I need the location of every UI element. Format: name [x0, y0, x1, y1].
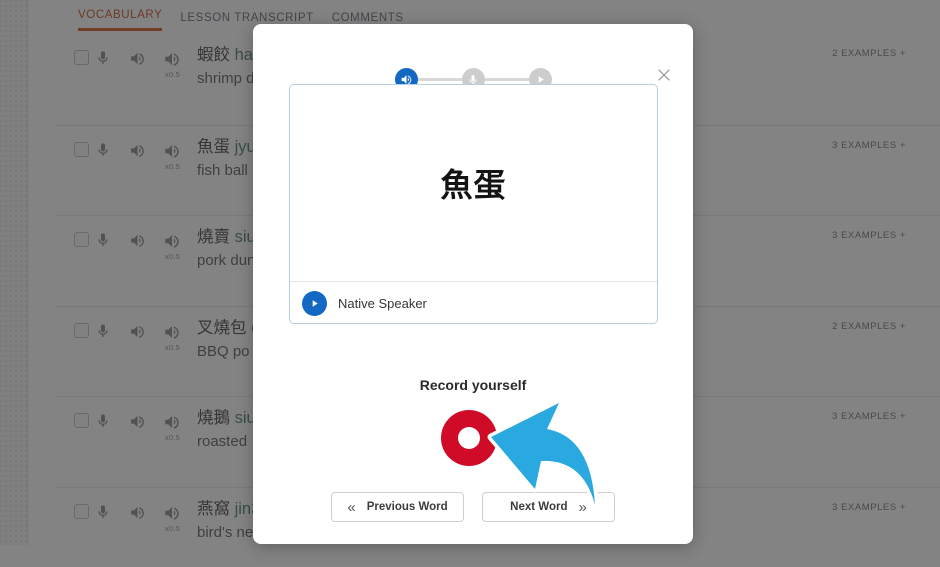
record-button[interactable] — [441, 410, 497, 466]
target-word: 魚蛋 — [440, 167, 507, 203]
app-root: VOCABULARY LESSON TRANSCRIPT COMMENTS x0… — [0, 0, 940, 567]
word-card: 魚蛋 Native Speaker — [289, 84, 658, 324]
chevron-right-icon: » — [578, 498, 587, 516]
word-card-body: 魚蛋 — [290, 85, 657, 281]
previous-word-button[interactable]: « Previous Word — [331, 492, 464, 522]
step-connector-2 — [484, 77, 529, 82]
previous-word-label: Previous Word — [366, 501, 448, 513]
pronunciation-practice-modal: 魚蛋 Native Speaker Record yourself « Prev… — [253, 24, 693, 544]
step-connector-1 — [417, 77, 462, 82]
native-speaker-audio-row[interactable]: Native Speaker — [290, 281, 657, 324]
word-navigation: « Previous Word Next Word » — [253, 492, 693, 522]
next-word-button[interactable]: Next Word » — [482, 492, 615, 522]
play-icon[interactable] — [302, 290, 327, 316]
record-yourself-title: Record yourself — [419, 377, 527, 393]
next-word-label: Next Word — [510, 501, 568, 513]
native-speaker-label: Native Speaker — [338, 295, 427, 311]
chevron-left-icon: « — [347, 498, 356, 516]
